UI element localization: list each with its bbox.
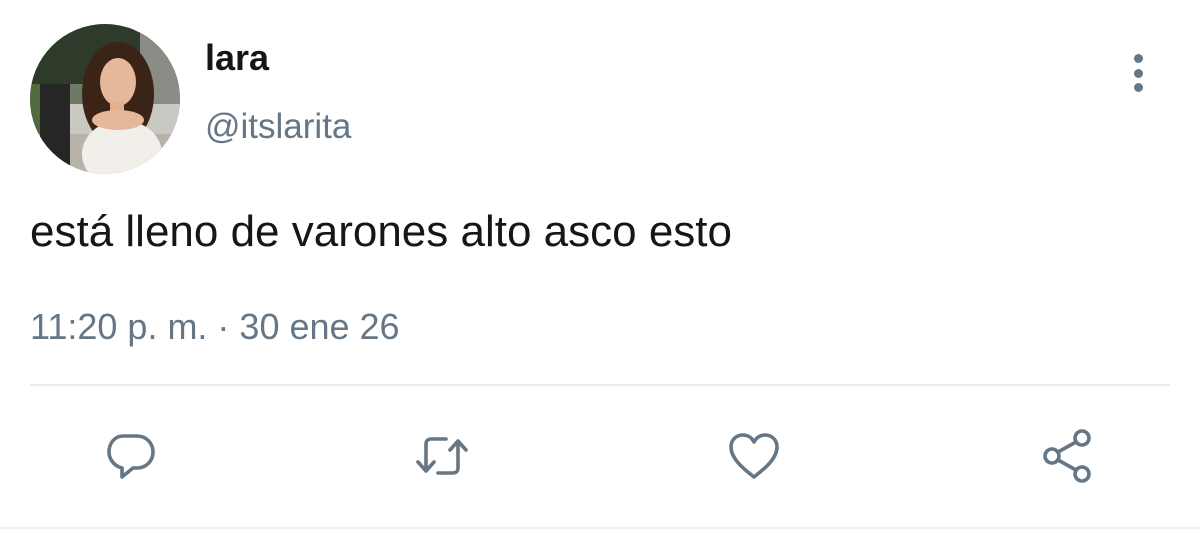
- bottom-divider: [0, 527, 1200, 529]
- heart-icon: [729, 433, 779, 479]
- user-handle[interactable]: @itslarita: [205, 105, 351, 149]
- more-icon-dot: [1133, 83, 1143, 92]
- more-icon-dot: [1133, 54, 1143, 63]
- more-options-button[interactable]: [1118, 50, 1158, 96]
- tweet-timestamp[interactable]: 11:20 p. m. · 30 ene 26: [30, 304, 400, 350]
- tweet-card: lara @itslarita está lleno de varones al…: [0, 0, 1200, 545]
- share-button[interactable]: [1040, 428, 1096, 484]
- retweet-button[interactable]: [414, 428, 470, 484]
- more-icon-dot: [1133, 68, 1143, 78]
- divider: [30, 384, 1170, 386]
- retweet-icon: [416, 437, 468, 475]
- reply-button[interactable]: [103, 428, 159, 484]
- avatar-photo: [30, 24, 180, 174]
- reply-icon: [107, 434, 155, 479]
- display-name[interactable]: lara: [205, 36, 269, 80]
- share-icon: [1043, 429, 1091, 483]
- avatar[interactable]: [30, 24, 180, 174]
- tweet-text: está lleno de varones alto asco esto: [30, 207, 733, 256]
- like-button[interactable]: [726, 428, 782, 484]
